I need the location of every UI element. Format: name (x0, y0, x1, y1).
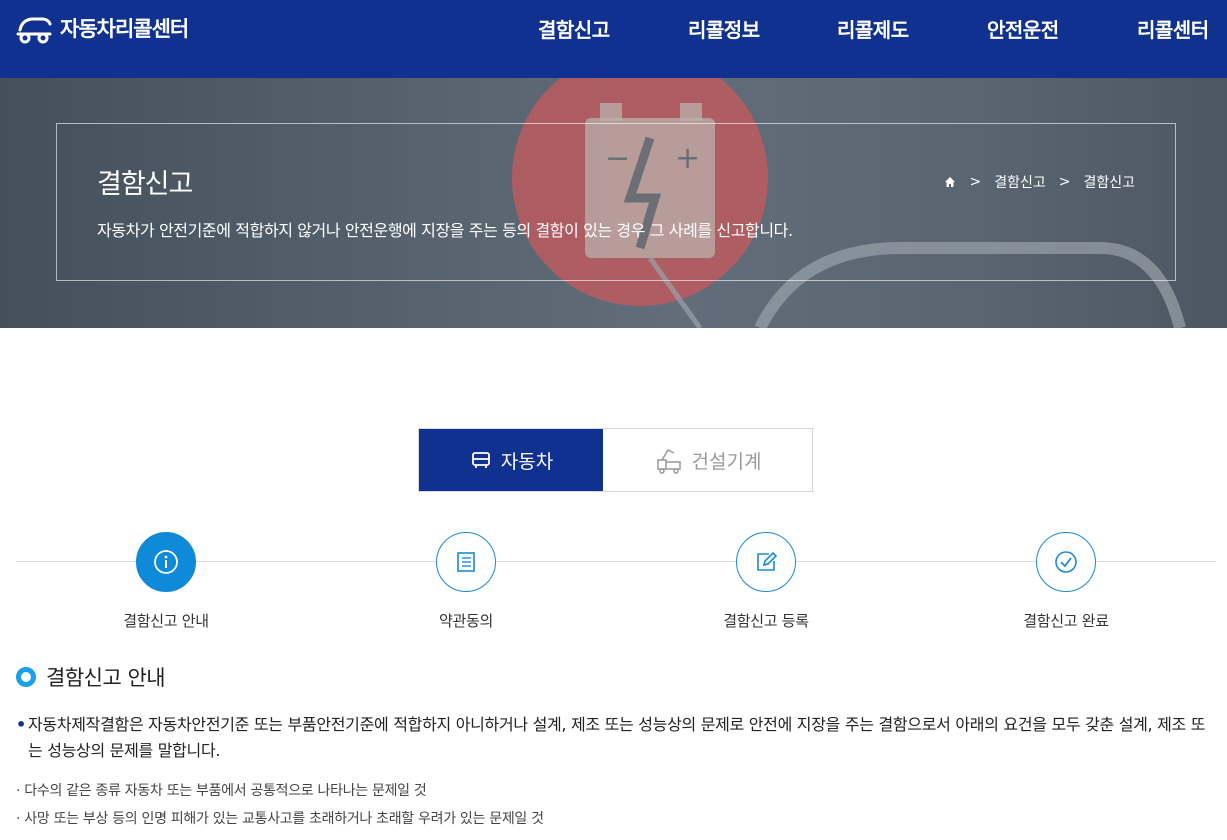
breadcrumb-item[interactable]: 결함신고 (994, 172, 1046, 192)
hero-title-box: 결함신고 자동차가 안전기준에 적합하지 않거나 안전운행에 지장을 주는 등의… (56, 123, 1176, 281)
requirement-item: · 사망 또는 부상 등의 인명 피해가 있는 교통사고를 초래하거나 초래할 … (16, 811, 544, 827)
step-circle (1036, 532, 1096, 592)
breadcrumb: > 결함신고 > 결함신고 (944, 172, 1135, 192)
requirement-item: · 다수의 같은 종류 자동차 또는 부품에서 공통적으로 나타나는 문제일 것 (16, 783, 427, 799)
tab-car-label: 자동차 (500, 450, 554, 473)
nav-item-recall-center[interactable]: 리콜센터 (1137, 14, 1209, 43)
section-title: 결함신고 안내 (46, 666, 166, 690)
section-heading: 결함신고 안내 (16, 662, 166, 692)
tab-construction-label: 건설기계 (691, 450, 762, 473)
step-circle (736, 532, 796, 592)
step-label: 결함신고 완료 (1023, 612, 1109, 630)
step-complete: 결함신고 완료 (966, 532, 1166, 631)
chevron-right-icon: > (1058, 174, 1071, 190)
hero-banner: − + 결함신고 자동차가 안전기준에 적합하지 않거나 안전운행에 지장을 주… (0, 78, 1227, 328)
vehicle-type-tabs: 자동차 건설기계 (418, 428, 813, 492)
section-bullet-icon (16, 667, 36, 687)
step-guide: 결함신고 안내 (66, 532, 266, 631)
page-description: 자동차가 안전기준에 적합하지 않거나 안전운행에 지장을 주는 등의 결함이 … (97, 221, 793, 240)
breadcrumb-item-current[interactable]: 결함신고 (1083, 172, 1135, 192)
home-icon[interactable] (944, 176, 956, 188)
step-label: 약관동의 (438, 612, 493, 630)
nav-item-recall-info[interactable]: 리콜정보 (688, 14, 760, 43)
document-icon (457, 552, 475, 572)
check-icon (1055, 551, 1077, 573)
step-circle (136, 532, 196, 592)
step-register: 결함신고 등록 (666, 532, 866, 631)
edit-icon (757, 551, 778, 571)
bullet-dot-icon: • (16, 715, 26, 734)
info-icon (154, 550, 178, 574)
site-header: 자동차리콜센터 결함신고 리콜정보 리콜제도 안전운전 리콜센터 (0, 0, 1227, 78)
step-circle (436, 532, 496, 592)
chevron-right-icon: > (969, 174, 982, 190)
construction-machine-icon (656, 449, 681, 474)
step-label: 결함신고 안내 (123, 612, 209, 630)
car-icon (471, 452, 490, 468)
section-paragraph: • 자동차제작결함은 자동차안전기준 또는 부품안전기준에 적합하지 아니하거나… (16, 712, 1216, 764)
step-label: 결함신고 등록 (723, 612, 809, 630)
nav-item-recall-system[interactable]: 리콜제도 (837, 14, 909, 43)
tab-construction-machine[interactable]: 건설기계 (603, 429, 812, 491)
main-nav: 결함신고 리콜정보 리콜제도 안전운전 리콜센터 (0, 14, 1227, 42)
paragraph-text: 자동차제작결함은 자동차안전기준 또는 부품안전기준에 적합하지 아니하거나 설… (28, 715, 1206, 760)
tab-car[interactable]: 자동차 (419, 429, 603, 491)
nav-item-defect-report[interactable]: 결함신고 (538, 14, 610, 43)
step-terms: 약관동의 (366, 532, 566, 631)
nav-item-safe-driving[interactable]: 안전운전 (987, 14, 1059, 43)
page-title: 결함신고 (97, 169, 193, 200)
